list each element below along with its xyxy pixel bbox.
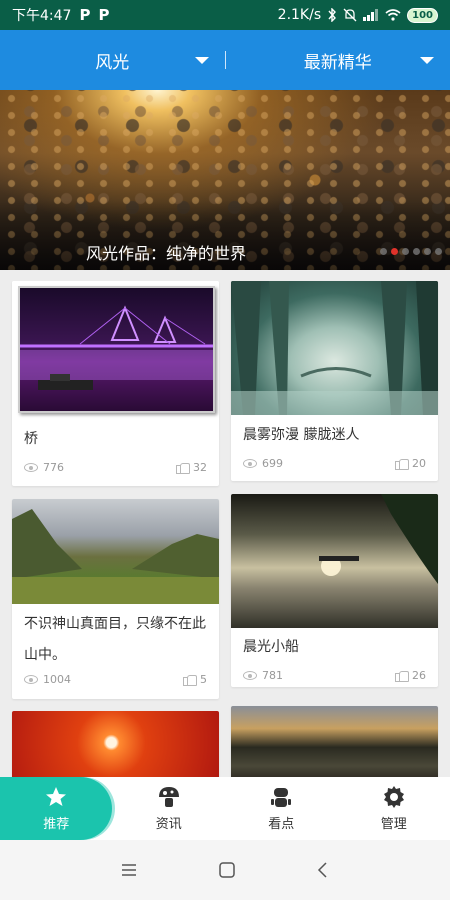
view-count: 781 — [243, 669, 283, 682]
card-meta: 699 20 — [243, 457, 426, 470]
eye-icon — [24, 675, 38, 684]
eye-icon — [24, 463, 38, 472]
bottom-nav: 推荐 资讯 看点 管理 — [0, 777, 450, 840]
nav-recommend[interactable]: 推荐 — [0, 777, 113, 840]
nav-label: 推荐 — [43, 817, 70, 832]
card-title: 晨雾弥漫 朦胧迷人 — [243, 427, 360, 443]
system-nav-bar — [0, 840, 450, 900]
eye-icon — [243, 671, 257, 680]
view-count-value: 1004 — [43, 673, 71, 686]
card-title: 不识神山真面目，只缘不在此山中。 — [24, 616, 206, 663]
banner-dot[interactable] — [380, 248, 387, 255]
like-count-value: 32 — [193, 461, 207, 474]
view-count: 776 — [24, 461, 64, 474]
nav-highlights[interactable]: 看点 — [225, 777, 338, 840]
wifi-icon — [385, 9, 401, 21]
tab-label: 最新精华 — [303, 52, 372, 73]
tab-latest-featured[interactable]: 最新精华 — [226, 48, 450, 73]
thumbs-up-icon — [176, 462, 190, 474]
eye-icon — [243, 459, 257, 468]
status-time: 下午4:47 — [12, 8, 72, 24]
view-count-value: 699 — [262, 457, 283, 470]
card-image — [12, 711, 219, 781]
top-header: 风光 最新精华 — [0, 30, 450, 90]
banner-dot[interactable] — [435, 248, 442, 255]
mute-icon — [343, 8, 357, 22]
dropdown-arrow-icon — [420, 57, 434, 64]
thumbs-up-icon — [395, 458, 409, 470]
back-icon[interactable] — [316, 861, 330, 879]
card-title: 桥 — [24, 431, 38, 447]
thumbs-up-icon — [395, 670, 409, 682]
card-title: 晨光小船 — [243, 639, 299, 655]
like-count-value: 5 — [200, 673, 207, 686]
photo-card[interactable] — [12, 711, 219, 781]
battery-indicator: 100 — [407, 7, 438, 23]
photo-card[interactable]: 不识神山真面目，只缘不在此山中。 1004 5 — [12, 499, 219, 699]
view-count: 1004 — [24, 673, 71, 686]
card-image — [231, 281, 438, 415]
view-count-value: 776 — [43, 461, 64, 474]
banner-dot[interactable] — [413, 248, 420, 255]
app-badge-p-icon: P — [79, 6, 91, 24]
nav-label: 管理 — [380, 817, 407, 832]
banner-dot[interactable] — [424, 248, 431, 255]
banner-dot[interactable] — [402, 248, 409, 255]
bridge-illustration — [20, 305, 213, 390]
lake-illustration — [319, 494, 438, 584]
dropdown-arrow-icon — [194, 57, 209, 64]
card-meta: 1004 5 — [24, 673, 207, 686]
like-count-value: 26 — [412, 669, 426, 682]
app-badge-p-icon: P — [98, 6, 110, 24]
nav-label: 看点 — [268, 817, 295, 832]
signal-icon — [363, 9, 379, 21]
gear-icon — [383, 786, 404, 808]
view-count: 699 — [243, 457, 283, 470]
photo-card[interactable]: 晨雾弥漫 朦胧迷人 699 20 — [231, 281, 438, 481]
mushroom-icon — [158, 787, 179, 807]
like-count-value: 20 — [412, 457, 426, 470]
featured-banner[interactable]: 风光作品：纯净的世界 — [0, 90, 450, 270]
forest-illustration — [231, 281, 438, 415]
thumbs-up-icon — [183, 674, 197, 686]
bluetooth-icon — [328, 8, 337, 22]
card-image — [231, 494, 438, 628]
network-speed: 2.1K/s — [277, 7, 322, 23]
view-count-value: 781 — [262, 669, 283, 682]
nav-manage[interactable]: 管理 — [338, 777, 450, 840]
nav-label: 资讯 — [155, 817, 182, 832]
robot-icon — [271, 788, 292, 807]
photo-card[interactable] — [231, 706, 438, 781]
nav-news[interactable]: 资讯 — [113, 777, 226, 840]
home-icon[interactable] — [218, 861, 236, 879]
photo-card[interactable]: 晨光小船 781 26 — [231, 494, 438, 687]
like-button[interactable]: 32 — [176, 461, 207, 474]
banner-pagination — [380, 248, 442, 255]
card-image — [12, 281, 219, 416]
mountain-illustration — [12, 509, 219, 604]
like-button[interactable]: 26 — [395, 669, 426, 682]
card-meta: 776 32 — [24, 461, 207, 474]
banner-caption: 风光作品：纯净的世界 — [86, 244, 247, 263]
tab-scenery[interactable]: 风光 — [0, 48, 225, 73]
banner-dot-active[interactable] — [391, 248, 398, 255]
card-image — [12, 499, 219, 604]
like-button[interactable]: 5 — [183, 673, 207, 686]
menu-icon[interactable] — [120, 863, 138, 877]
star-icon — [46, 787, 67, 806]
tab-label: 风光 — [95, 52, 130, 73]
card-image — [231, 706, 438, 781]
bridge-photo — [18, 286, 215, 413]
like-button[interactable]: 20 — [395, 457, 426, 470]
card-meta: 781 26 — [243, 669, 426, 682]
status-bar: 下午4:47 P P 2.1K/s 100 — [0, 0, 450, 30]
photo-card[interactable]: 桥 776 32 — [12, 281, 219, 486]
